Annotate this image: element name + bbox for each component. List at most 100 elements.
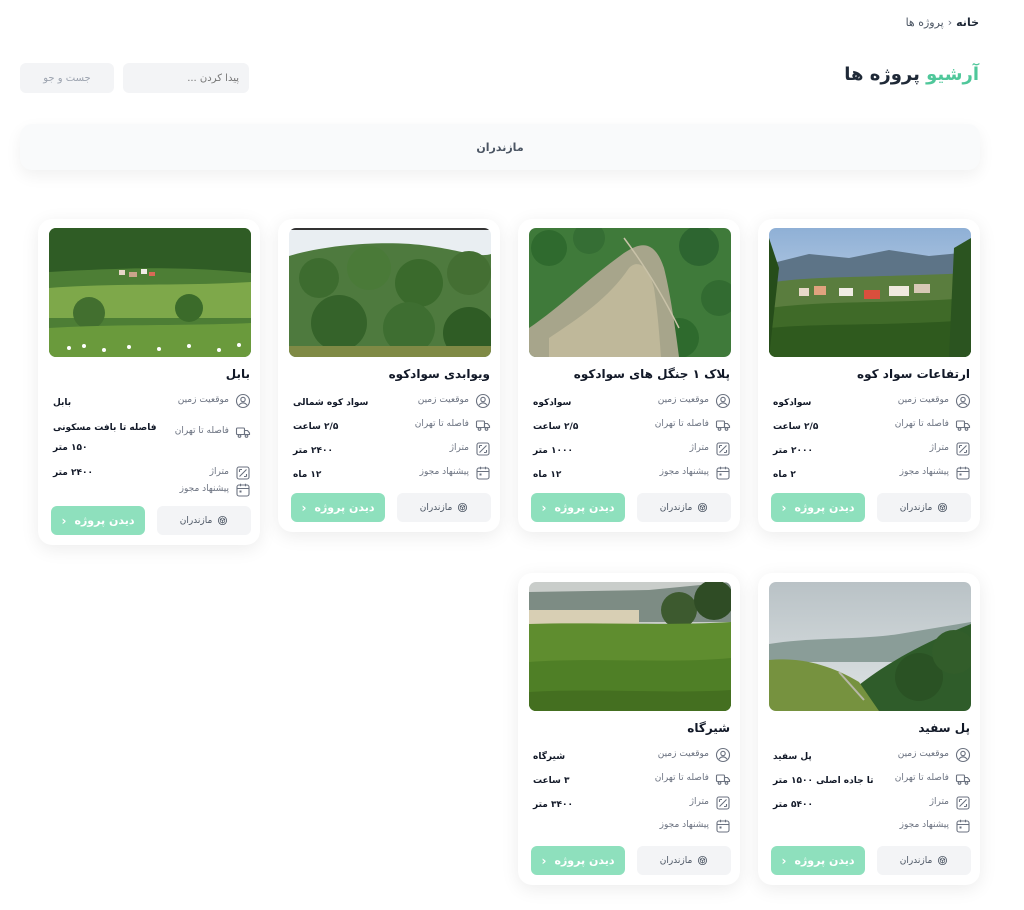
location-icon — [715, 747, 731, 763]
project-photo — [289, 228, 491, 357]
distance-value: ۲/۵ ساعت — [533, 422, 579, 432]
cube-icon — [937, 502, 948, 513]
distance-label: فاصله تا تهران — [414, 419, 469, 429]
distance-label: فاصله تا تهران — [894, 773, 949, 783]
area-icon — [955, 795, 971, 811]
location-icon — [955, 747, 971, 763]
location-value: پل سفید — [773, 752, 812, 762]
location-value: بابل — [53, 398, 72, 408]
region-chip-label: مازندران — [419, 502, 453, 513]
distance-line-2: ۱۵۰ متر — [53, 442, 88, 453]
region-filter-tab[interactable]: مازندران — [20, 124, 980, 170]
permit-label: پیشنهاد مجوز — [899, 820, 949, 831]
project-photo — [769, 228, 971, 357]
view-project-label: دیدن پروژه — [794, 501, 855, 514]
view-project-button[interactable]: دیدن پروژه ‹ — [531, 493, 625, 522]
permit-value — [767, 818, 879, 820]
area-icon — [475, 441, 491, 457]
cube-icon — [217, 515, 228, 526]
area-value: ۲۴۰۰ متر — [53, 468, 93, 478]
area-value: ۲۴۰۰ متر — [293, 446, 333, 456]
location-icon — [475, 393, 491, 409]
permit-value — [527, 818, 639, 820]
truck-icon — [955, 771, 971, 787]
area-label: متراژ — [929, 443, 949, 453]
project-title: پل سفید — [918, 721, 970, 735]
distance-label: فاصله تا تهران — [654, 773, 709, 783]
location-value: سوادکوه — [533, 398, 572, 408]
view-project-button[interactable]: دیدن پروژه ‹ — [771, 846, 865, 876]
view-project-button[interactable]: دیدن پروژه ‹ — [51, 506, 145, 536]
permit-label: پیشنهاد مجوز — [419, 467, 469, 477]
view-project-button[interactable]: دیدن پروژه ‹ — [291, 493, 385, 522]
area-label: متراژ — [689, 797, 709, 807]
location-icon — [715, 393, 731, 409]
breadcrumb-home-link[interactable]: خانه — [956, 16, 979, 29]
distance-label: فاصله تا تهران — [174, 426, 229, 436]
project-photo — [769, 582, 971, 711]
area-icon — [715, 441, 731, 457]
project-title: پلاک ۱ جنگل های سوادکوه — [573, 367, 730, 381]
region-chip[interactable]: مازندران — [877, 493, 971, 522]
calendar-icon — [955, 465, 971, 481]
permit-label: پیشنهاد مجوز — [899, 467, 949, 477]
calendar-icon — [955, 818, 971, 834]
calendar-icon — [475, 465, 491, 481]
location-label: موقعیت زمین — [417, 395, 469, 405]
region-chip-label: مازندران — [899, 502, 933, 513]
distance-value: فاصله تا بافت مسکونی ۱۵۰ متر — [47, 417, 159, 459]
project-card: بابل موقعیت زمین بابل فاصله تا تهران فاصله… — [38, 219, 260, 546]
truck-icon — [235, 424, 251, 440]
project-card: شیرگاه موقعیت زمین شیرگاه فاصله تا تهران ۳… — [518, 573, 740, 886]
project-photo — [529, 582, 731, 711]
project-photo — [49, 228, 251, 357]
permit-label: پیشنهاد مجوز — [659, 467, 709, 477]
distance-value: ۲/۵ ساعت — [293, 422, 339, 432]
area-value: ۱۰۰۰ متر — [533, 446, 573, 456]
area-icon — [955, 441, 971, 457]
calendar-icon — [235, 482, 251, 498]
location-value: سواد کوه شمالی — [293, 398, 369, 408]
view-project-label: دیدن پروژه — [554, 854, 615, 868]
location-label: موقعیت زمین — [897, 749, 949, 759]
view-project-label: دیدن پروژه — [794, 854, 855, 868]
region-chip[interactable]: مازندران — [877, 846, 971, 876]
distance-label: فاصله تا تهران — [654, 419, 709, 429]
project-photo — [529, 228, 731, 357]
project-title: شیرگاه — [687, 721, 730, 735]
region-chip[interactable]: مازندران — [637, 493, 731, 522]
project-card: ویوابدی سوادکوه موقعیت زمین سواد کوه شمال… — [278, 219, 500, 532]
permit-value — [47, 482, 159, 484]
location-icon — [955, 393, 971, 409]
page-title-rest: پروژه ها — [844, 64, 927, 85]
calendar-icon — [715, 465, 731, 481]
page-title: آرشیو پروژه ها — [844, 64, 979, 85]
project-card: پلاک ۱ جنگل های سوادکوه موقعیت زمین سوادک… — [518, 219, 740, 532]
area-value: ۵۴۰۰ متر — [773, 800, 813, 810]
truck-icon — [475, 417, 491, 433]
location-icon — [235, 393, 251, 409]
region-chip[interactable]: مازندران — [637, 846, 731, 876]
area-label: متراژ — [929, 797, 949, 807]
truck-icon — [715, 417, 731, 433]
location-value: سوادکوه — [773, 398, 812, 408]
cube-icon — [937, 855, 948, 866]
region-chip-label: مازندران — [899, 855, 933, 866]
permit-value: ۱۲ ماه — [533, 470, 562, 480]
permit-label: پیشنهاد مجوز — [179, 484, 229, 495]
view-project-button[interactable]: دیدن پروژه ‹ — [531, 846, 625, 876]
search-button[interactable]: جست و جو — [20, 63, 114, 93]
area-icon — [235, 465, 251, 481]
search-input[interactable] — [123, 63, 249, 93]
region-chip[interactable]: مازندران — [397, 493, 491, 522]
project-title: ویوابدی سوادکوه — [388, 367, 490, 381]
region-chip[interactable]: مازندران — [157, 506, 251, 536]
project-title: بابل — [225, 367, 250, 381]
cube-icon — [697, 855, 708, 866]
chevron-left-icon: ‹ — [61, 513, 67, 528]
permit-label: پیشنهاد مجوز — [659, 820, 709, 831]
chevron-left-icon: ‹ — [541, 500, 547, 515]
view-project-button[interactable]: دیدن پروژه ‹ — [771, 493, 865, 522]
location-label: موقعیت زمین — [657, 395, 709, 405]
permit-value: ۱۲ ماه — [293, 470, 322, 480]
